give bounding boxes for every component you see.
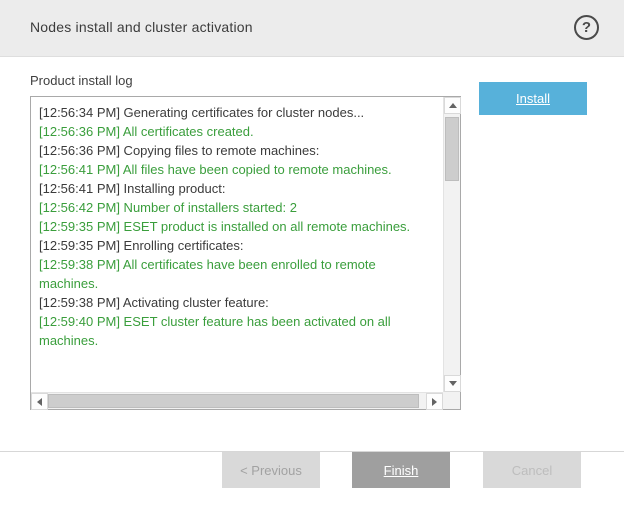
wizard-window: Nodes install and cluster activation ? P… (0, 0, 624, 511)
log-line: [12:56:36 PM] All certificates created. (39, 122, 437, 141)
scroll-right-button[interactable] (426, 393, 443, 410)
horizontal-scrollbar[interactable] (31, 392, 443, 409)
install-button-label: Install (516, 91, 550, 106)
header-bar: Nodes install and cluster activation ? (0, 0, 624, 57)
scroll-down-button[interactable] (444, 375, 461, 392)
arrow-up-icon (449, 103, 457, 108)
log-line: [12:56:34 PM] Generating certificates fo… (39, 103, 437, 122)
log-line: [12:56:42 PM] Number of installers start… (39, 198, 437, 217)
vertical-scrollbar-thumb[interactable] (445, 117, 459, 181)
log-label: Product install log (30, 73, 133, 88)
previous-button[interactable]: < Previous (222, 452, 320, 488)
cancel-button[interactable]: Cancel (483, 452, 581, 488)
log-line: [12:59:35 PM] Enrolling certificates: (39, 236, 437, 255)
cancel-button-label: Cancel (512, 463, 552, 478)
scrollbar-corner (443, 392, 460, 409)
question-icon: ? (582, 20, 591, 35)
log-line: [12:59:35 PM] ESET product is installed … (39, 217, 437, 236)
log-line: [12:56:36 PM] Copying files to remote ma… (39, 141, 437, 160)
log-line: [12:59:38 PM] Activating cluster feature… (39, 293, 437, 312)
page-title: Nodes install and cluster activation (30, 19, 253, 35)
scroll-up-button[interactable] (444, 97, 461, 114)
log-line: [12:59:40 PM] ESET cluster feature has b… (39, 312, 437, 350)
log-lines: [12:56:34 PM] Generating certificates fo… (31, 97, 443, 392)
arrow-left-icon (37, 398, 42, 406)
log-line: [12:59:38 PM] All certificates have been… (39, 255, 437, 293)
log-line: [12:56:41 PM] Installing product: (39, 179, 437, 198)
install-button[interactable]: Install (479, 82, 587, 115)
previous-button-label: < Previous (240, 463, 302, 478)
finish-button-label: Finish (384, 463, 419, 478)
log-line: [12:56:41 PM] All files have been copied… (39, 160, 437, 179)
help-button[interactable]: ? (574, 15, 599, 40)
arrow-right-icon (432, 398, 437, 406)
vertical-scrollbar[interactable] (443, 97, 460, 392)
finish-button[interactable]: Finish (352, 452, 450, 488)
arrow-down-icon (449, 381, 457, 386)
scroll-left-button[interactable] (31, 393, 48, 410)
horizontal-scrollbar-thumb[interactable] (48, 394, 419, 408)
install-log: [12:56:34 PM] Generating certificates fo… (30, 96, 461, 410)
